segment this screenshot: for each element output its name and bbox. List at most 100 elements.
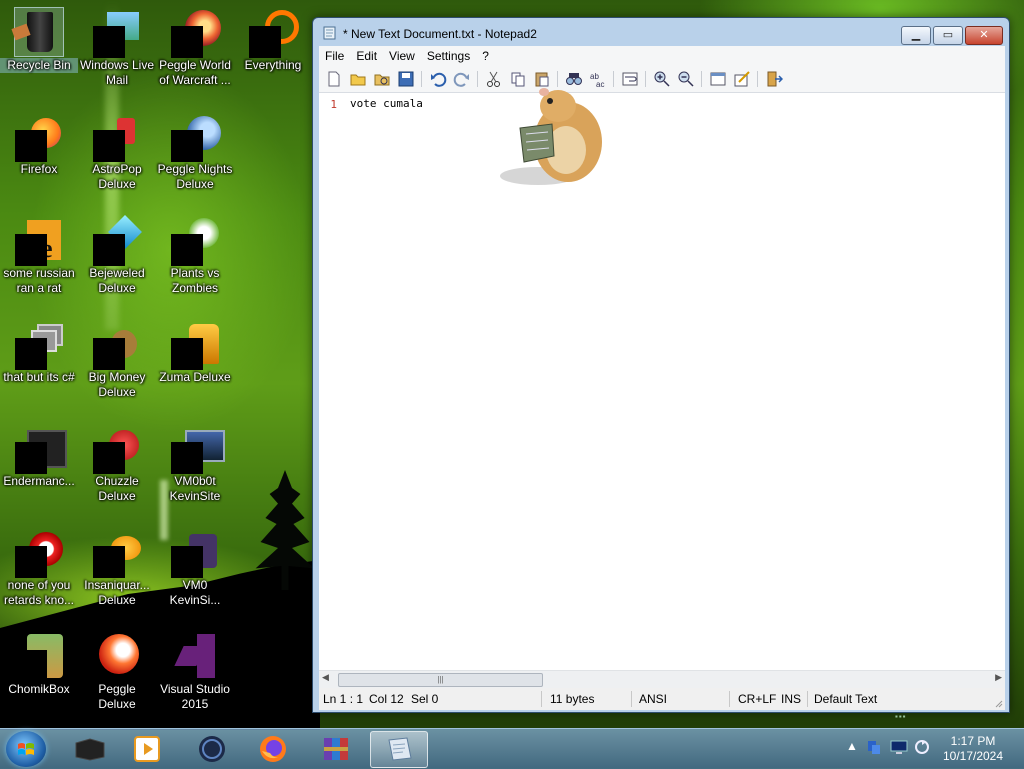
customize-scheme-icon[interactable] <box>733 70 751 88</box>
money-bag-icon <box>93 320 141 370</box>
scheme-icon[interactable] <box>709 70 727 88</box>
desktop-icon-vm0b0t-kevinsite[interactable]: VM0b0t KevinSite <box>156 420 234 504</box>
toolbar: ab ac <box>319 66 1005 93</box>
horizontal-scrollbar[interactable]: ◀ ||| ▶ <box>319 670 1005 688</box>
start-button[interactable] <box>6 731 46 767</box>
desktop-icon-windows-live-mail[interactable]: Windows Live Mail <box>78 4 156 88</box>
status-line-ending[interactable]: CR+LF <box>738 692 776 706</box>
scroll-left-arrow-icon[interactable]: ◀ <box>322 672 329 683</box>
bejeweled-gem-icon <box>93 215 142 266</box>
taskbar-app-media-player[interactable] <box>120 731 176 766</box>
taskbar: ▲ 1:17 PM 10/17/2024 <box>0 728 1024 769</box>
minimize-icon: ▁ <box>911 29 921 41</box>
zoom-in-icon[interactable] <box>653 70 671 88</box>
desktop-icon-that-but-its-c[interactable]: that but its c# <box>0 316 78 385</box>
taskbar-app-winrar[interactable] <box>308 731 364 766</box>
menu-edit[interactable]: Edit <box>350 46 383 66</box>
word-wrap-icon[interactable] <box>621 70 639 88</box>
desktop-icon-firefox[interactable]: Firefox <box>0 108 78 177</box>
exit-icon[interactable] <box>765 70 783 88</box>
status-size: 11 bytes <box>550 692 595 706</box>
redo-icon[interactable] <box>453 70 471 88</box>
recycle-bin-icon <box>11 7 64 57</box>
taskbar-clock[interactable]: 1:17 PM 10/17/2024 <box>932 734 1014 764</box>
wallpaper-brand-mark: ▪▪▪ <box>895 712 907 721</box>
desktop-icon-some-russian-ran-a-rat[interactable]: e some russian ran a rat <box>0 212 78 296</box>
undo-icon[interactable] <box>429 70 447 88</box>
tray-overflow-chevron-icon[interactable]: ▲ <box>846 739 858 753</box>
desktop-icon-peggle-nights-deluxe[interactable]: Peggle Nights Deluxe <box>156 108 234 192</box>
menu-help[interactable]: ? <box>476 46 495 66</box>
desktop-icon-peggle-deluxe[interactable]: Peggle Deluxe <box>78 628 156 712</box>
notepad2-window[interactable]: * New Text Document.txt - Notepad2 ▁ ▭ ✕… <box>312 17 1010 713</box>
zuma-idol-icon <box>171 320 219 370</box>
status-column: Col 12 <box>369 692 404 706</box>
desktop-icon-insaniquarium-deluxe[interactable]: Insaniquar... Deluxe <box>78 524 156 608</box>
scroll-right-arrow-icon[interactable]: ▶ <box>995 672 1002 683</box>
desktop-icon-zuma-deluxe[interactable]: Zuma Deluxe <box>156 316 234 385</box>
display-icon[interactable] <box>890 739 908 755</box>
desktop-icon-visual-studio-2015[interactable]: Visual Studio 2015 <box>156 628 234 712</box>
fish-icon <box>93 528 141 578</box>
toolbar-separator <box>477 71 478 87</box>
close-icon: ✕ <box>979 29 989 41</box>
taskbar-app-globe[interactable] <box>184 731 240 766</box>
toolbar-separator <box>645 71 646 87</box>
text-editor[interactable]: 1 vote cumala <box>319 93 1005 670</box>
hamster-image <box>500 88 602 185</box>
window-title-bar[interactable]: * New Text Document.txt - Notepad2 ▁ ▭ ✕ <box>313 18 1009 46</box>
menu-file[interactable]: File <box>319 46 350 66</box>
desktop-icon-peggle-world-of-warcraft[interactable]: Peggle World of Warcraft ... <box>156 4 234 88</box>
status-selection: Sel 0 <box>411 692 439 706</box>
desktop-icon-astropop-deluxe[interactable]: AstroPop Deluxe <box>78 108 156 192</box>
sync-icon[interactable] <box>914 739 930 755</box>
menu-settings[interactable]: Settings <box>421 46 476 66</box>
maximize-button[interactable]: ▭ <box>933 26 963 45</box>
scrollbar-thumb[interactable]: ||| <box>338 673 543 687</box>
astropop-icon <box>93 112 141 162</box>
globe-app-icon <box>199 736 225 762</box>
zoom-out-icon[interactable] <box>677 70 695 88</box>
everything-search-icon <box>249 8 299 58</box>
winrar-icon <box>324 738 348 760</box>
notepad-icon <box>323 26 336 40</box>
line-number-gutter: 1 <box>319 93 341 670</box>
desktop-icon-everything[interactable]: Everything <box>234 4 312 73</box>
desktop-icon-endermanc[interactable]: Endermanc... <box>0 420 78 489</box>
black-box-app-icon <box>75 738 105 761</box>
network-icon[interactable] <box>866 739 882 755</box>
clock-date: 10/17/2024 <box>942 749 1004 763</box>
minimize-button[interactable]: ▁ <box>901 26 931 45</box>
peggle-nights-icon <box>171 112 221 162</box>
desktop-icon-vm0-kevinsite[interactable]: VM0 KevinSi... <box>156 524 234 608</box>
taskbar-app-firefox[interactable] <box>245 731 301 766</box>
menu-view[interactable]: View <box>383 46 421 66</box>
taskbar-app-black-box[interactable] <box>62 731 118 766</box>
open-folder-icon[interactable] <box>349 70 367 88</box>
window-title: * New Text Document.txt - Notepad2 <box>343 27 537 41</box>
firefox-icon <box>15 112 63 162</box>
close-button[interactable]: ✕ <box>965 26 1003 45</box>
menu-bar: File Edit View Settings? <box>319 46 1005 66</box>
desktop-icon-big-money-deluxe[interactable]: Big Money Deluxe <box>78 316 156 400</box>
visual-studio-icon <box>171 632 219 680</box>
status-separator <box>541 691 542 707</box>
taskbar-app-notepad2[interactable] <box>370 731 428 768</box>
status-position: Ln 1 : 1 <box>323 692 364 706</box>
new-file-icon[interactable] <box>325 70 343 88</box>
desktop-icon-bejeweled-deluxe[interactable]: Bejeweled Deluxe <box>78 212 156 296</box>
desktop-icon-recycle-bin[interactable]: Recycle Bin <box>0 4 78 73</box>
status-separator <box>631 691 632 707</box>
vm-monitor-icon <box>171 424 225 474</box>
desktop-icon-none-of-you[interactable]: none of you retards kno... <box>0 524 78 608</box>
editor-line[interactable]: vote cumala <box>350 97 423 110</box>
firefox-icon <box>260 736 286 762</box>
resize-grip-icon[interactable] <box>993 698 1003 708</box>
browse-icon[interactable] <box>373 70 391 88</box>
desktop-icon-chomikbox[interactable]: ChomikBox <box>0 628 78 697</box>
save-icon[interactable] <box>397 70 415 88</box>
desktop-icon-plants-vs-zombies[interactable]: Plants vs Zombies <box>156 212 234 296</box>
status-scheme[interactable]: Default Text <box>814 692 877 706</box>
desktop-icon-chuzzle-deluxe[interactable]: Chuzzle Deluxe <box>78 420 156 504</box>
status-encoding[interactable]: ANSI <box>639 692 667 706</box>
